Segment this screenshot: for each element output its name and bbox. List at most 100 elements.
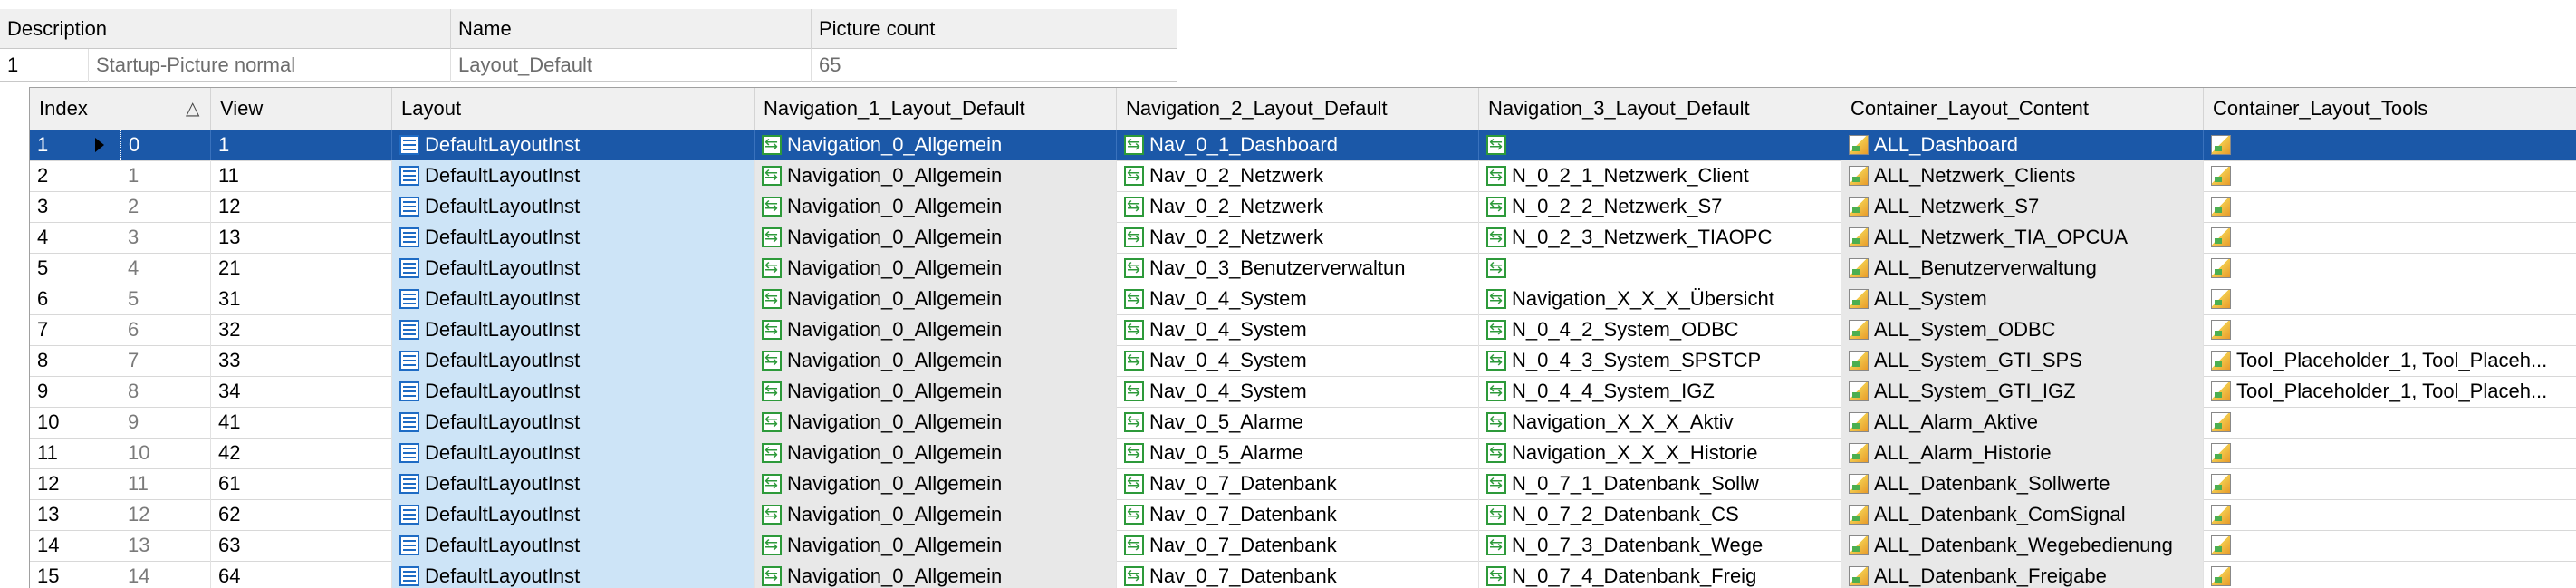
index-cell[interactable]: 10	[120, 438, 211, 468]
table-row[interactable]: 13 12 62 DefaultLayoutInst Navigation_0_…	[30, 499, 2576, 531]
navigation-3-cell[interactable]: N_0_2_3_Netzwerk_TIAOPC	[1479, 222, 1841, 253]
navigation-2-cell[interactable]: Nav_0_4_System	[1117, 314, 1479, 345]
navigation-1-cell[interactable]: Navigation_0_Allgemein	[755, 407, 1117, 438]
layout-cell[interactable]: DefaultLayoutInst	[392, 561, 755, 588]
view-cell[interactable]: 13	[211, 222, 392, 253]
container-tools-cell[interactable]	[2204, 407, 2576, 438]
column-header-navigation-2[interactable]: Navigation_2_Layout_Default	[1117, 88, 1479, 130]
layout-cell[interactable]: DefaultLayoutInst	[392, 191, 755, 222]
view-cell[interactable]: 1	[211, 130, 392, 160]
index-cell[interactable]: 9	[120, 407, 211, 438]
navigation-1-cell[interactable]: Navigation_0_Allgemein	[755, 222, 1117, 253]
column-header-container-content[interactable]: Container_Layout_Content	[1841, 88, 2204, 130]
navigation-2-cell[interactable]: Nav_0_2_Netzwerk	[1117, 222, 1479, 253]
navigation-1-cell[interactable]: Navigation_0_Allgemein	[755, 253, 1117, 284]
index-cell[interactable]: 1	[120, 160, 211, 191]
index-cell[interactable]: 14	[120, 561, 211, 588]
layout-cell[interactable]: DefaultLayoutInst	[392, 499, 755, 530]
navigation-2-cell[interactable]: Nav_0_7_Datenbank	[1117, 499, 1479, 530]
navigation-2-cell[interactable]: Nav_0_4_System	[1117, 345, 1479, 376]
container-tools-cell[interactable]: Tool_Placeholder_1, Tool_Placeh...	[2204, 345, 2576, 376]
layout-cell[interactable]: DefaultLayoutInst	[392, 530, 755, 561]
layout-cell[interactable]: DefaultLayoutInst	[392, 468, 755, 499]
column-header-name[interactable]: Name	[451, 9, 812, 49]
layout-cell[interactable]: DefaultLayoutInst	[392, 284, 755, 314]
layout-cell[interactable]: DefaultLayoutInst	[392, 345, 755, 376]
navigation-2-cell[interactable]: Nav_0_2_Netzwerk	[1117, 191, 1479, 222]
navigation-2-cell[interactable]: Nav_0_7_Datenbank	[1117, 530, 1479, 561]
navigation-3-cell[interactable]: N_0_7_1_Datenbank_Sollw	[1479, 468, 1841, 499]
parent-grid-row[interactable]: 1 Startup-Picture normal Layout_Default …	[0, 49, 1177, 82]
index-cell[interactable]: 0	[120, 130, 211, 160]
column-header-description[interactable]: Description	[0, 9, 451, 49]
navigation-1-cell[interactable]: Navigation_0_Allgemein	[755, 376, 1117, 407]
table-row[interactable]: 5 4 21 DefaultLayoutInst Navigation_0_Al…	[30, 253, 2576, 284]
column-header-container-tools[interactable]: Container_Layout_Tools	[2204, 88, 2576, 130]
layout-cell[interactable]: DefaultLayoutInst	[392, 376, 755, 407]
view-cell[interactable]: 62	[211, 499, 392, 530]
view-cell[interactable]: 61	[211, 468, 392, 499]
navigation-3-cell[interactable]: N_0_2_2_Netzwerk_S7	[1479, 191, 1841, 222]
navigation-3-cell[interactable]: N_0_7_4_Datenbank_Freig	[1479, 561, 1841, 588]
navigation-2-cell[interactable]: Nav_0_5_Alarme	[1117, 407, 1479, 438]
navigation-1-cell[interactable]: Navigation_0_Allgemein	[755, 561, 1117, 588]
view-cell[interactable]: 32	[211, 314, 392, 345]
view-cell[interactable]: 41	[211, 407, 392, 438]
container-tools-cell[interactable]	[2204, 468, 2576, 499]
parent-name-cell[interactable]: Layout_Default	[451, 49, 812, 82]
container-tools-cell[interactable]	[2204, 314, 2576, 345]
navigation-2-cell[interactable]: Nav_0_4_System	[1117, 284, 1479, 314]
navigation-2-cell[interactable]: Nav_0_7_Datenbank	[1117, 561, 1479, 588]
index-cell[interactable]: 13	[120, 530, 211, 561]
table-row[interactable]: 7 6 32 DefaultLayoutInst Navigation_0_Al…	[30, 314, 2576, 346]
container-content-cell[interactable]: ALL_Datenbank_Freigabe	[1841, 561, 2204, 588]
layout-cell[interactable]: DefaultLayoutInst	[392, 160, 755, 191]
index-cell[interactable]: 8	[120, 376, 211, 407]
navigation-2-cell[interactable]: Nav_0_3_Benutzerverwaltun	[1117, 253, 1479, 284]
view-cell[interactable]: 11	[211, 160, 392, 191]
navigation-3-cell[interactable]: N_0_4_2_System_ODBC	[1479, 314, 1841, 345]
container-content-cell[interactable]: ALL_System_ODBC	[1841, 314, 2204, 345]
container-content-cell[interactable]: ALL_Alarm_Historie	[1841, 438, 2204, 468]
index-cell[interactable]: 3	[120, 222, 211, 253]
table-row[interactable]: 6 5 31 DefaultLayoutInst Navigation_0_Al…	[30, 284, 2576, 315]
view-cell[interactable]: 34	[211, 376, 392, 407]
container-tools-cell[interactable]	[2204, 530, 2576, 561]
table-row[interactable]: 2 1 11 DefaultLayoutInst Navigation_0_Al…	[30, 160, 2576, 192]
table-row[interactable]: 15 14 64 DefaultLayoutInst Navigation_0_…	[30, 561, 2576, 588]
container-content-cell[interactable]: ALL_Alarm_Aktive	[1841, 407, 2204, 438]
container-tools-cell[interactable]	[2204, 284, 2576, 314]
navigation-1-cell[interactable]: Navigation_0_Allgemein	[755, 314, 1117, 345]
navigation-3-cell[interactable]: N_0_4_4_System_IGZ	[1479, 376, 1841, 407]
navigation-1-cell[interactable]: Navigation_0_Allgemein	[755, 345, 1117, 376]
view-cell[interactable]: 64	[211, 561, 392, 588]
navigation-1-cell[interactable]: Navigation_0_Allgemein	[755, 130, 1117, 160]
index-cell[interactable]: 2	[120, 191, 211, 222]
navigation-1-cell[interactable]: Navigation_0_Allgemein	[755, 191, 1117, 222]
column-header-layout[interactable]: Layout	[392, 88, 755, 130]
layout-cell[interactable]: DefaultLayoutInst	[392, 130, 755, 160]
parent-description-cell[interactable]: Startup-Picture normal	[89, 49, 451, 82]
container-content-cell[interactable]: ALL_Netzwerk_TIA_OPCUA	[1841, 222, 2204, 253]
parent-picture-count-cell[interactable]: 65	[812, 49, 1177, 82]
view-cell[interactable]: 21	[211, 253, 392, 284]
container-tools-cell[interactable]: Tool_Placeholder_1, Tool_Placeh...	[2204, 376, 2576, 407]
navigation-3-cell[interactable]	[1479, 253, 1841, 284]
column-header-navigation-1[interactable]: Navigation_1_Layout_Default	[755, 88, 1117, 130]
table-row[interactable]: 3 2 12 DefaultLayoutInst Navigation_0_Al…	[30, 191, 2576, 223]
container-tools-cell[interactable]	[2204, 222, 2576, 253]
navigation-1-cell[interactable]: Navigation_0_Allgemein	[755, 499, 1117, 530]
container-tools-cell[interactable]	[2204, 130, 2576, 160]
navigation-3-cell[interactable]: N_0_7_3_Datenbank_Wege	[1479, 530, 1841, 561]
container-content-cell[interactable]: ALL_System_GTI_IGZ	[1841, 376, 2204, 407]
navigation-3-cell[interactable]: Navigation_X_X_X_Historie	[1479, 438, 1841, 468]
navigation-1-cell[interactable]: Navigation_0_Allgemein	[755, 530, 1117, 561]
navigation-3-cell[interactable]: N_0_4_3_System_SPSTCP	[1479, 345, 1841, 376]
index-cell[interactable]: 4	[120, 253, 211, 284]
table-row[interactable]: 10 9 41 DefaultLayoutInst Navigation_0_A…	[30, 407, 2576, 439]
container-content-cell[interactable]: ALL_System_GTI_SPS	[1841, 345, 2204, 376]
container-tools-cell[interactable]	[2204, 499, 2576, 530]
view-cell[interactable]: 31	[211, 284, 392, 314]
container-content-cell[interactable]: ALL_Benutzerverwaltung	[1841, 253, 2204, 284]
navigation-3-cell[interactable]: Navigation_X_X_X_Aktiv	[1479, 407, 1841, 438]
